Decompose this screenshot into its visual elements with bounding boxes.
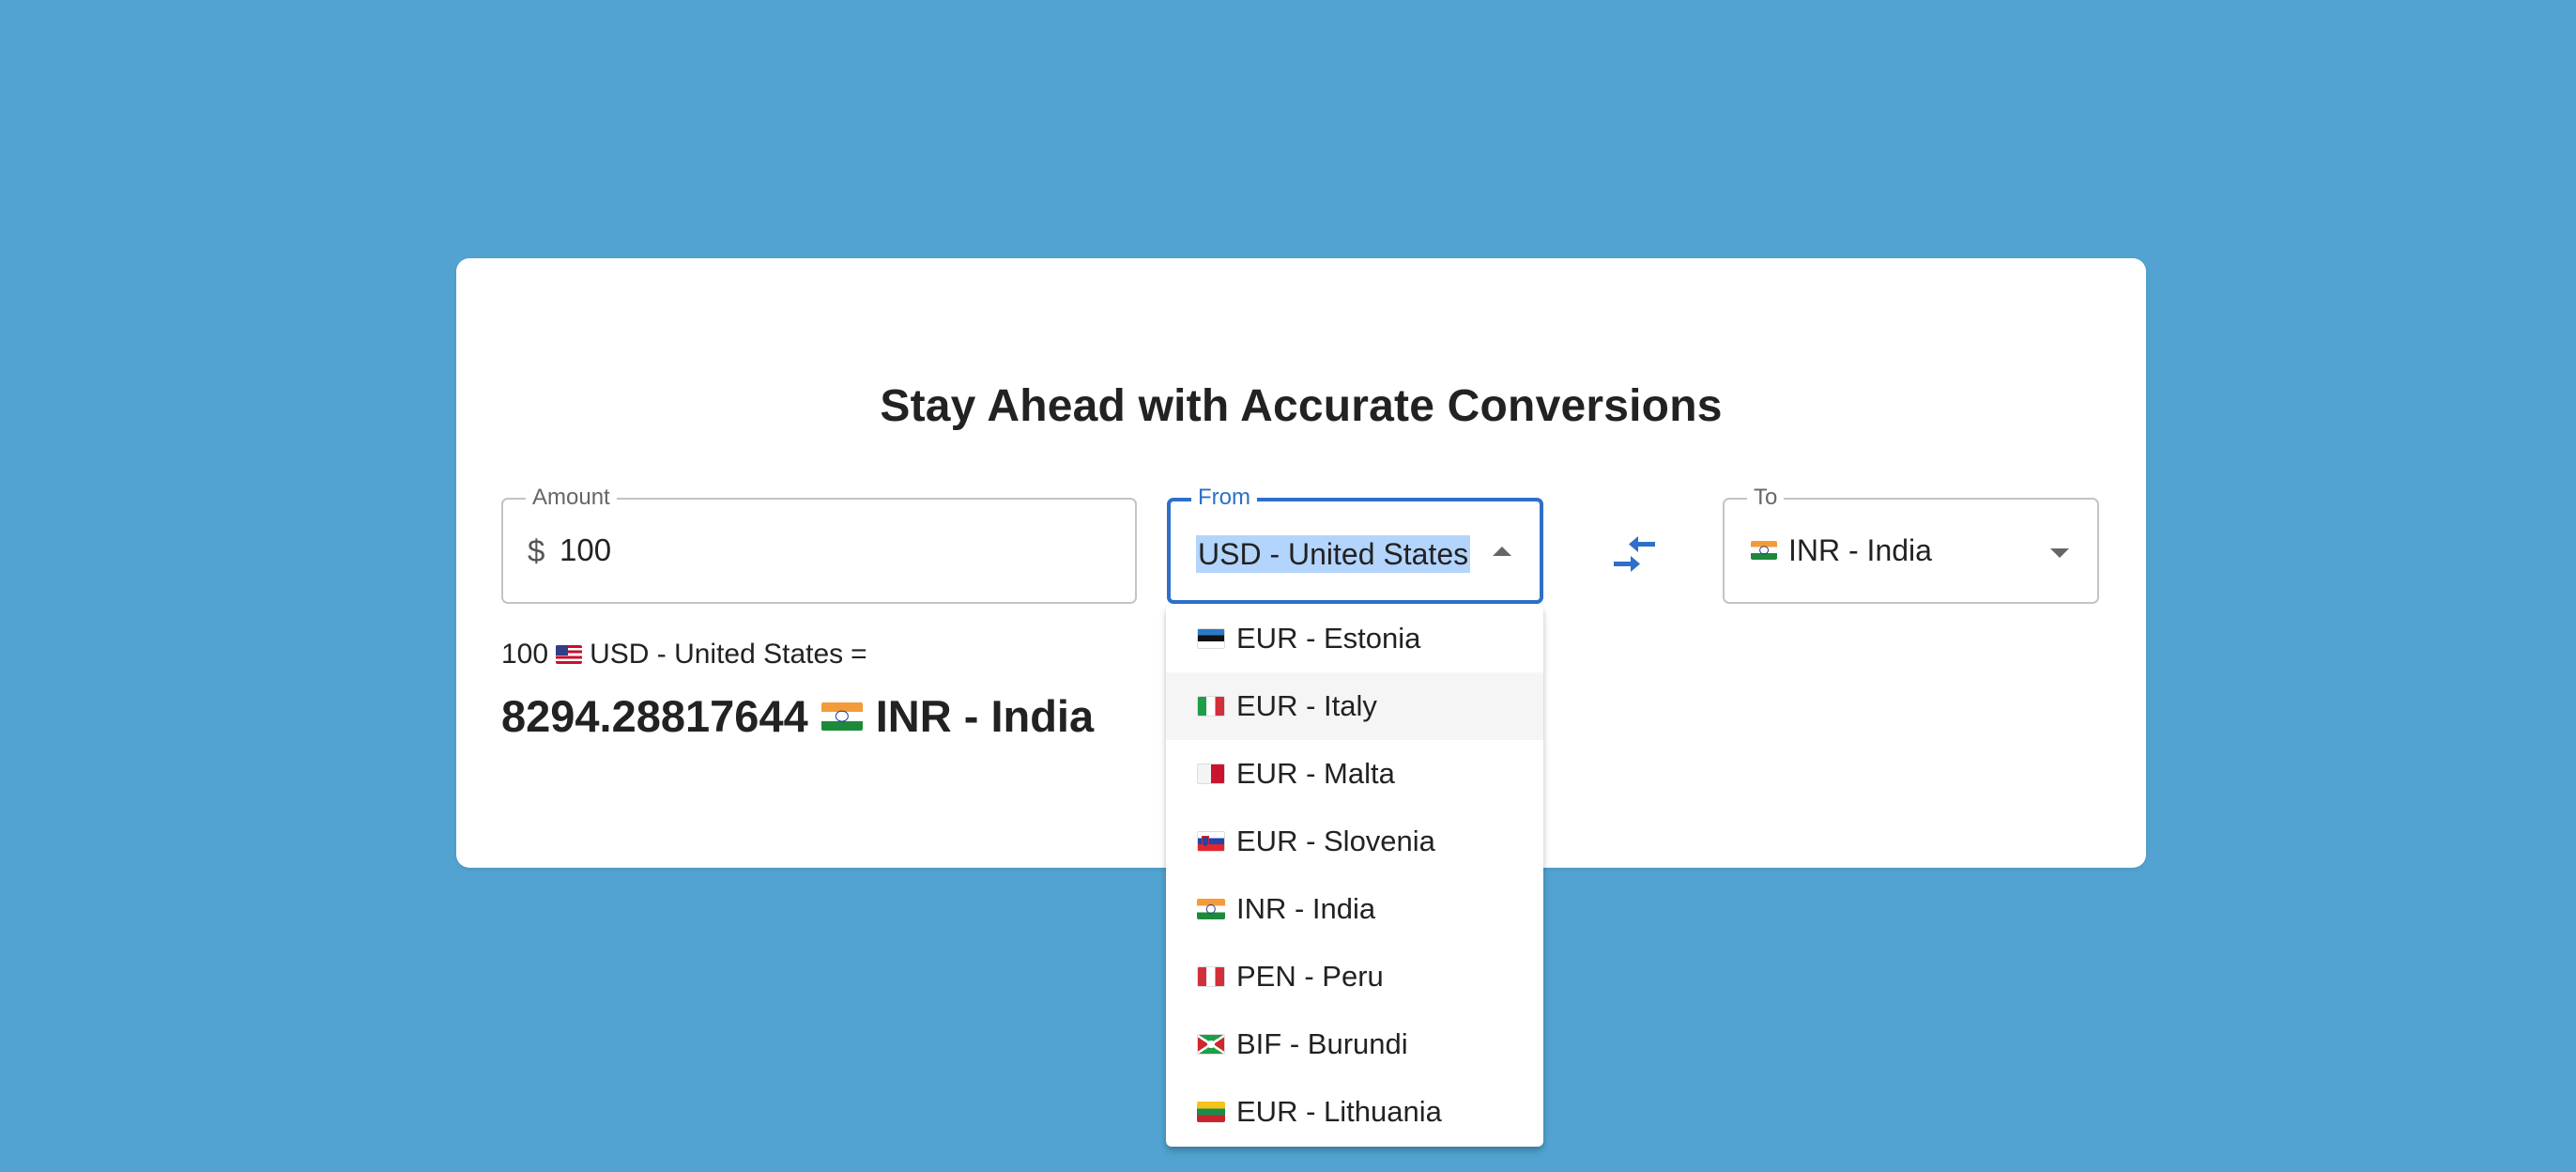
currency-option[interactable]: EUR - Lithuania (1166, 1078, 1543, 1146)
chevron-up-icon[interactable] (1493, 547, 1511, 556)
result-amount: 100 (501, 639, 549, 670)
page-title: Stay Ahead with Accurate Conversions (880, 381, 1723, 431)
flag-usa-icon (556, 645, 583, 664)
option-label: INR - India (1236, 892, 1376, 925)
currency-option[interactable]: EUR - Malta (1166, 740, 1543, 808)
currency-option[interactable]: EUR - Slovenia (1166, 808, 1543, 875)
result-from-currency: USD - United States (590, 639, 844, 670)
flag-estonia-icon (1197, 628, 1225, 649)
conversion-input-summary: 100 USD - United States = (501, 639, 867, 671)
flag-peru-icon (1197, 966, 1225, 987)
converted-value: 8294.28817644 (501, 691, 808, 741)
equals-sign: = (851, 639, 867, 670)
from-currency-select[interactable]: From USD - United States (1167, 485, 1543, 604)
to-label: To (1747, 485, 1785, 511)
flag-india-icon (1751, 541, 1777, 560)
option-label: EUR - Lithuania (1236, 1095, 1442, 1128)
dollar-sign-icon: $ (528, 533, 545, 568)
to-currency-value: INR - India (1788, 533, 1932, 567)
flag-india-icon (1197, 899, 1225, 919)
amount-field[interactable]: Amount $ (501, 485, 1137, 604)
flag-india-icon (820, 702, 863, 731)
flag-lithuania-icon (1197, 1102, 1225, 1122)
flag-slovenia-icon (1197, 831, 1225, 852)
swap-arrows-icon (1614, 536, 1655, 572)
conversion-result: 8294.28817644 INR - India (501, 690, 1094, 742)
option-label: PEN - Peru (1236, 960, 1384, 993)
swap-currencies-button[interactable] (1606, 526, 1663, 582)
flag-malta-icon (1197, 763, 1225, 784)
from-label: From (1191, 485, 1257, 511)
result-to-currency: INR - India (875, 691, 1095, 741)
currency-option[interactable]: EUR - Italy (1166, 672, 1543, 740)
option-label: EUR - Estonia (1236, 622, 1421, 655)
currency-option[interactable]: INR - India (1166, 875, 1543, 943)
currency-option[interactable]: BIF - Burundi (1166, 1010, 1543, 1078)
option-label: BIF - Burundi (1236, 1027, 1408, 1060)
from-currency-input[interactable]: USD - United States (1196, 535, 1471, 573)
flag-italy-icon (1197, 696, 1225, 717)
amount-label: Amount (526, 485, 617, 511)
flag-burundi-icon (1197, 1034, 1225, 1055)
from-currency-dropdown: EUR - Estonia EUR - Italy EUR - Malta EU… (1166, 605, 1543, 1147)
option-label: EUR - Italy (1236, 689, 1377, 722)
to-currency-select[interactable]: To INR - India (1723, 485, 2099, 604)
currency-option[interactable]: EUR - Estonia (1166, 605, 1543, 672)
option-label: EUR - Malta (1236, 757, 1395, 790)
currency-option[interactable]: PEN - Peru (1166, 943, 1543, 1010)
amount-input[interactable] (560, 522, 1104, 578)
option-label: EUR - Slovenia (1236, 825, 1435, 857)
chevron-down-icon[interactable] (2050, 548, 2069, 558)
